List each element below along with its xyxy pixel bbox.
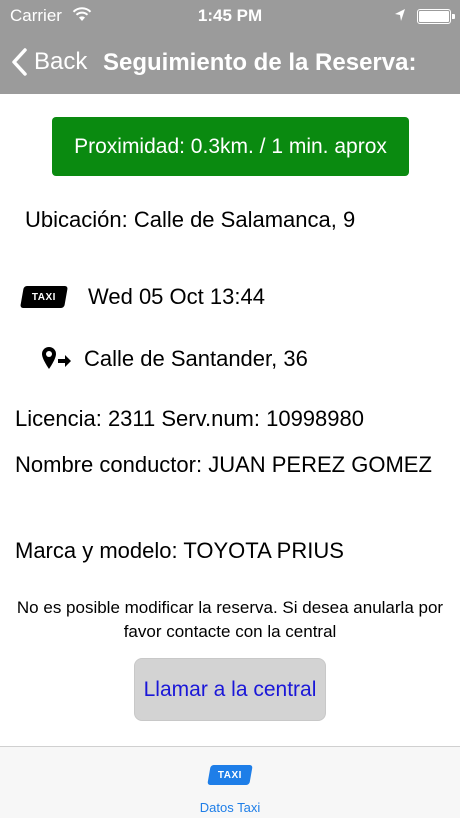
location-arrow-icon bbox=[395, 9, 405, 21]
license-service-number: Licencia: 2311 Serv.num: 10998980 bbox=[15, 406, 364, 431]
tab-bar: TAXI Datos Taxi bbox=[0, 746, 460, 818]
tab-label: Datos Taxi bbox=[199, 800, 261, 815]
status-bar: Carrier 1:45 PM bbox=[0, 0, 460, 32]
taxi-tab-icon-text: TAXI bbox=[217, 769, 243, 781]
back-button[interactable]: Back bbox=[10, 46, 87, 78]
destination-address: Calle de Santander, 36 bbox=[84, 346, 308, 371]
taxi-tab-icon: TAXI bbox=[207, 765, 253, 785]
destination-row: Calle de Santander, 36 bbox=[40, 345, 308, 373]
back-label: Back bbox=[34, 48, 88, 75]
chevron-left-icon bbox=[12, 48, 27, 76]
battery-icon bbox=[417, 9, 455, 24]
vehicle-model: Marca y modelo: TOYOTA PRIUS bbox=[15, 538, 344, 563]
page-title: Seguimiento de la Reserva: bbox=[103, 49, 417, 76]
tab-datos-taxi[interactable]: TAXI Datos Taxi bbox=[180, 747, 280, 818]
call-central-button[interactable]: Llamar a la central bbox=[134, 658, 326, 721]
navigation-bar: Back Seguimiento de la Reserva: bbox=[0, 32, 460, 94]
driver-name: Nombre conductor: JUAN PEREZ GOMEZ bbox=[15, 452, 432, 477]
taxi-icon-text: TAXI bbox=[31, 291, 57, 303]
pickup-datetime: Wed 05 Oct 13:44 bbox=[88, 284, 265, 309]
taxi-icon: TAXI bbox=[20, 286, 68, 308]
pickup-location: Ubicación: Calle de Salamanca, 9 bbox=[25, 207, 356, 232]
destination-pin-icon bbox=[42, 347, 71, 369]
clock: 1:45 PM bbox=[197, 6, 263, 25]
pickup-time-row: TAXI Wed 05 Oct 13:44 bbox=[20, 284, 265, 310]
modification-notice: No es posible modificar la reserva. Si d… bbox=[16, 598, 444, 641]
proximity-banner: Proximidad: 0.3km. / 1 min. aprox bbox=[52, 117, 409, 176]
